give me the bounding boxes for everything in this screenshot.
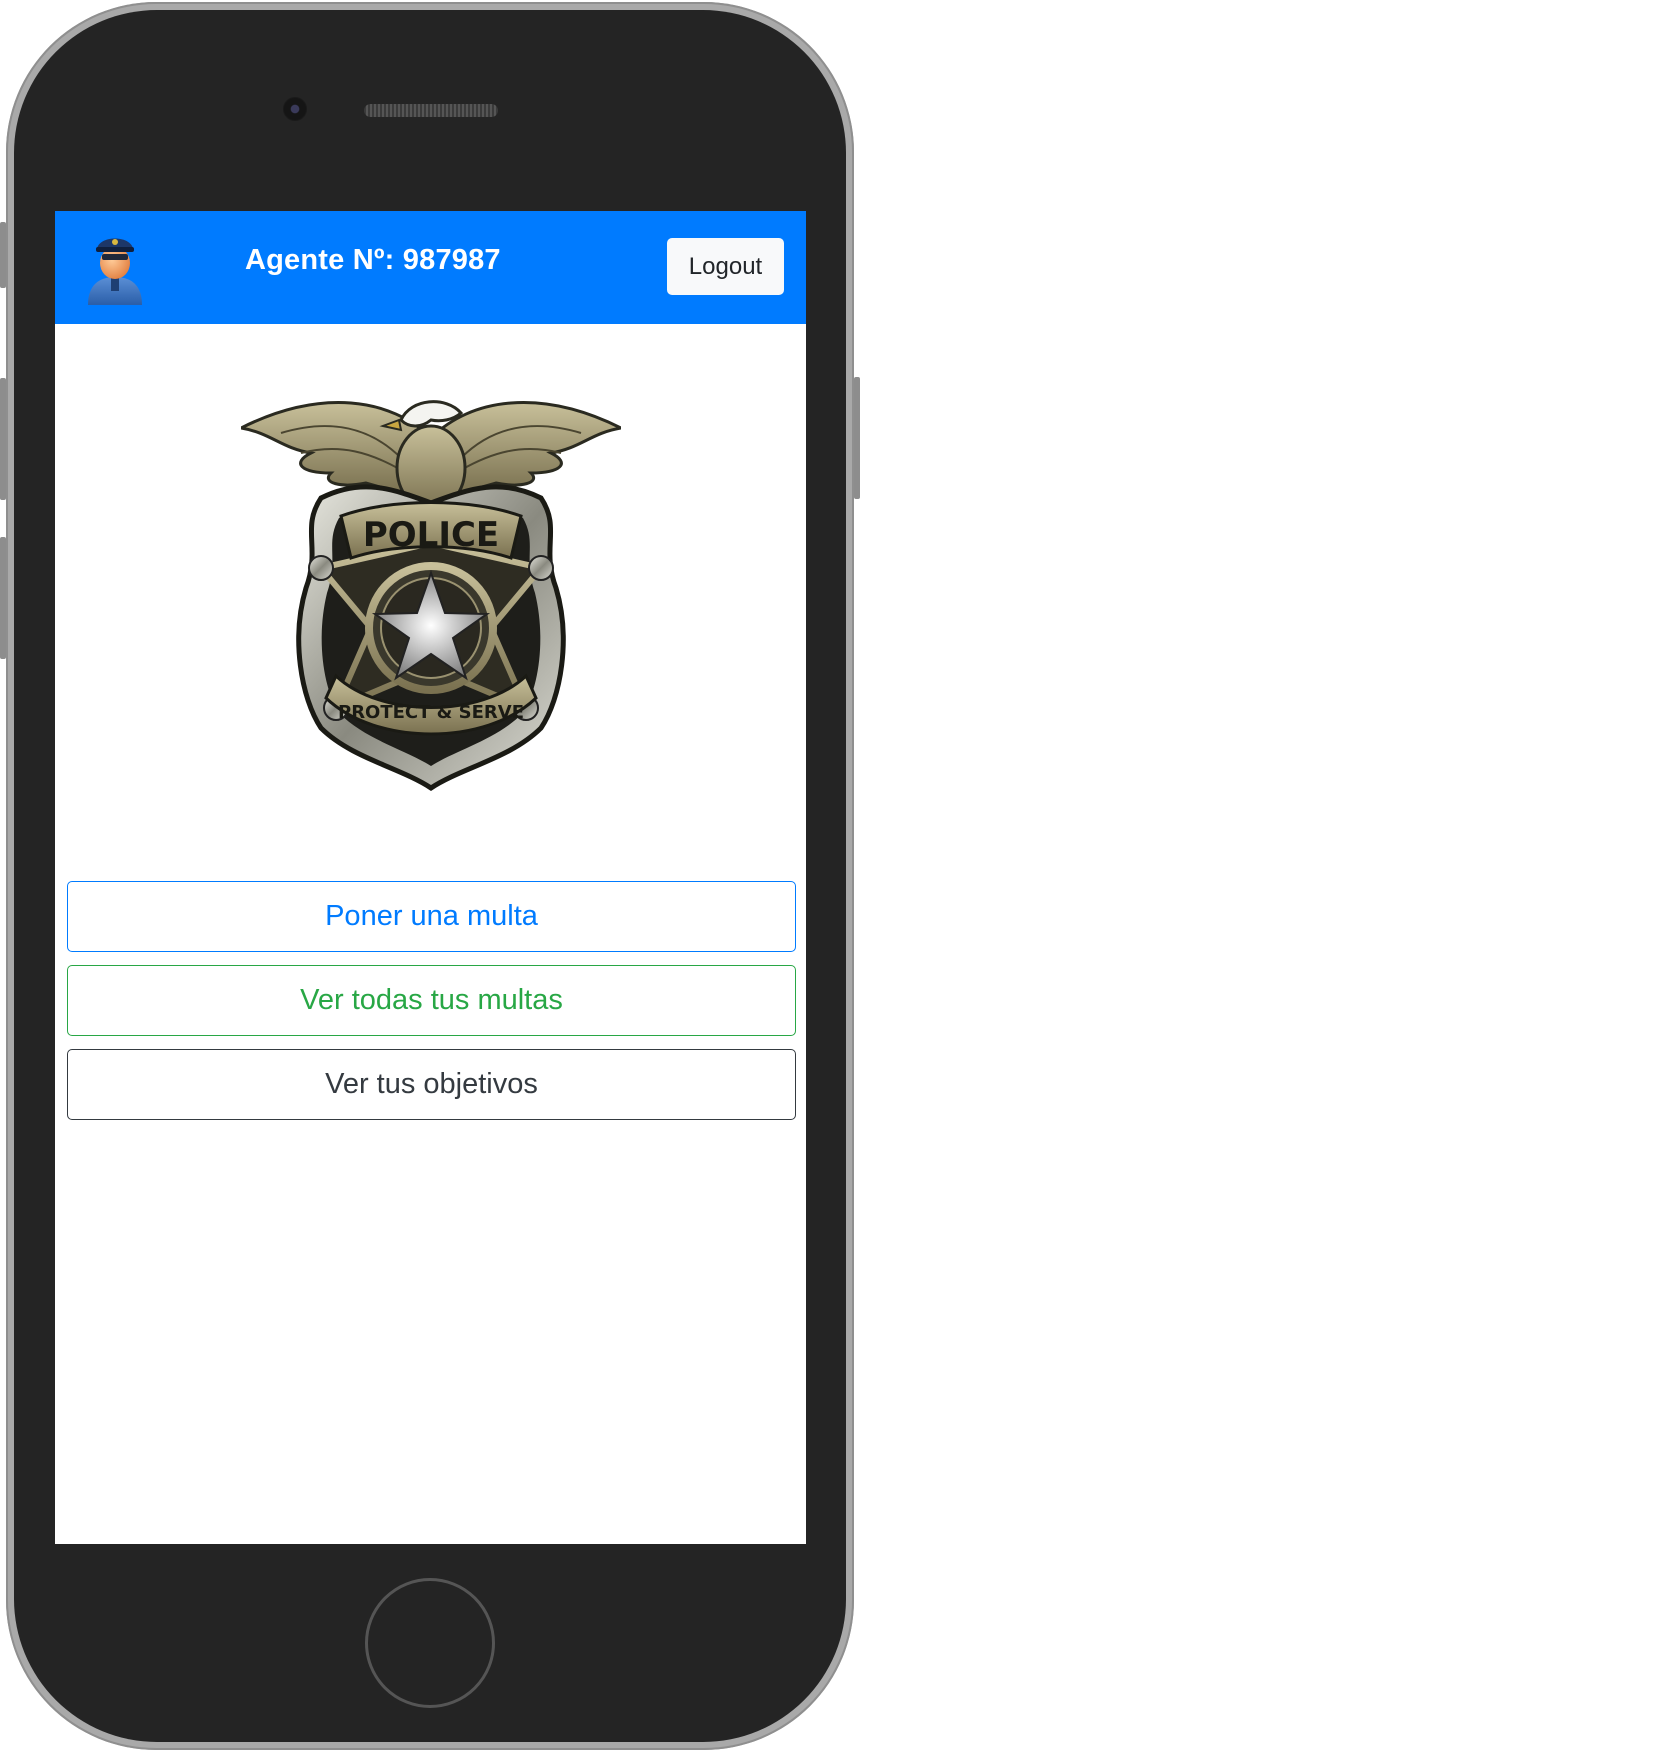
police-badge-icon: POLICE PROTECT & SERVE [241,400,621,792]
view-objectives-button[interactable]: Ver tus objetivos [67,1049,796,1120]
badge-police-text: POLICE [363,515,499,555]
volume-down-button [0,537,6,659]
home-button[interactable] [365,1578,495,1708]
badge-motto-text: PROTECT & SERVE [338,702,524,723]
issue-fine-button[interactable]: Poner una multa [67,881,796,952]
mute-switch [0,222,6,288]
app-screen: Agente Nº: 987987 Logout POLICE PROTECT … [55,211,806,1544]
view-all-fines-button[interactable]: Ver todas tus multas [67,965,796,1036]
power-button [854,377,860,499]
agent-number-title: Agente Nº: 987987 [245,244,501,276]
volume-up-button [0,378,6,500]
police-officer-icon [88,238,142,305]
front-camera [283,97,307,121]
logout-button[interactable]: Logout [667,238,784,295]
earpiece-speaker [364,104,498,117]
navbar: Agente Nº: 987987 Logout [55,211,806,324]
